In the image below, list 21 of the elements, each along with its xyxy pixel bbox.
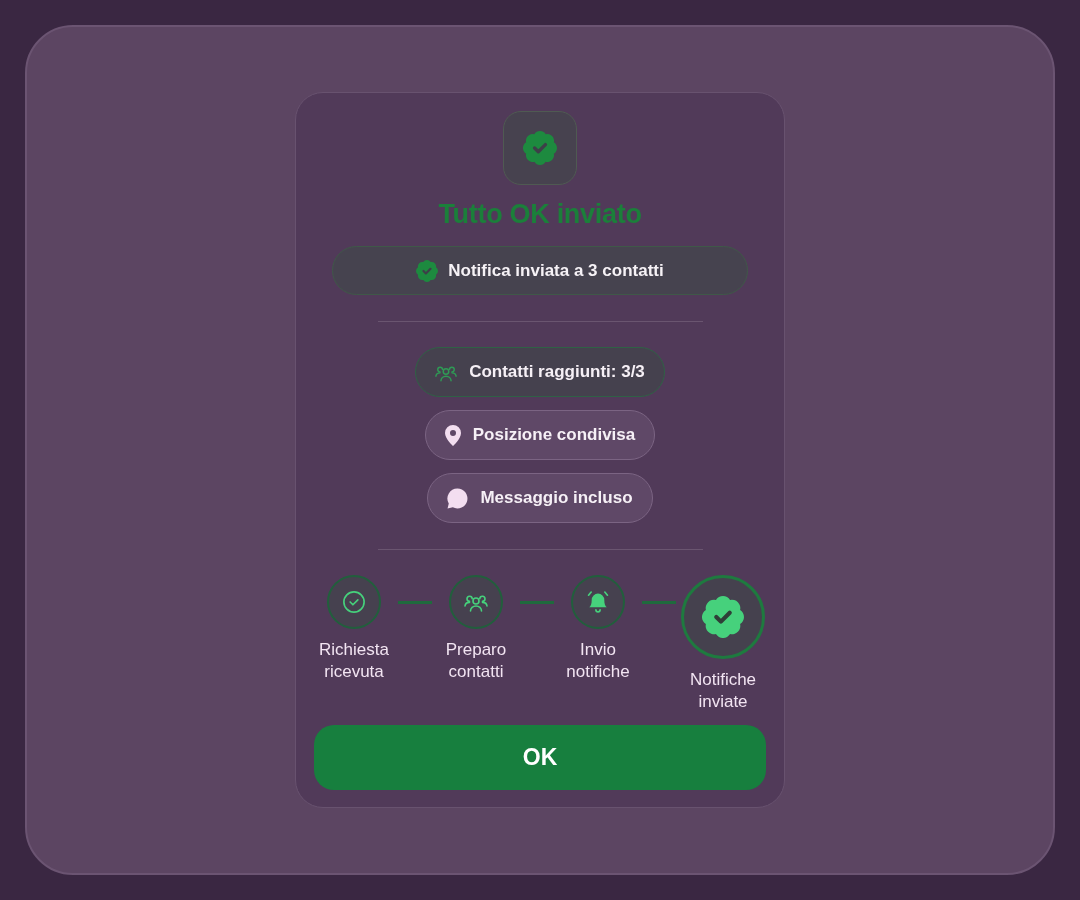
speech-bubble-icon — [447, 487, 469, 509]
step-label: Richiesta ricevuta — [318, 639, 390, 683]
step-connector — [398, 601, 432, 604]
chip-label: Contatti raggiunti: 3/3 — [469, 361, 645, 384]
step-connector — [642, 601, 676, 604]
chip-label: Messaggio incluso — [480, 487, 633, 510]
chip-label: Posizione condivisa — [472, 424, 636, 447]
badge-check-icon — [416, 259, 439, 282]
badge-check-icon — [523, 131, 557, 165]
check-circle-icon — [343, 591, 365, 613]
step-label: Invio notifiche — [565, 639, 631, 683]
people-icon — [464, 592, 488, 612]
step-label: Preparo contatti — [444, 639, 508, 683]
map-pin-icon — [444, 424, 461, 446]
step-connector — [520, 601, 554, 604]
bell-icon — [587, 591, 609, 613]
step-label: Notifiche inviate — [688, 669, 758, 713]
dialog-title: Tutto OK inviato — [438, 198, 642, 230]
badge-check-icon — [702, 596, 744, 638]
summary-text: Notifica inviata a 3 contatti — [448, 259, 664, 282]
ok-button[interactable]: OK — [314, 725, 766, 790]
